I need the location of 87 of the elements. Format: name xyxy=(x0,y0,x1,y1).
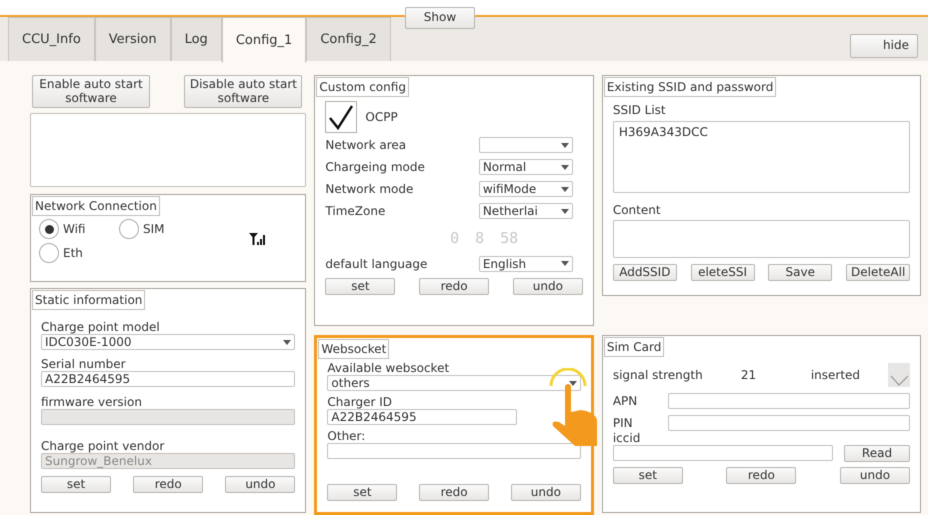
group-title: Existing SSID and password xyxy=(604,77,776,97)
text-area[interactable] xyxy=(612,220,910,258)
push-button[interactable]: set xyxy=(327,484,398,502)
list-box[interactable]: H369A343DCC xyxy=(612,121,910,193)
field-label: Network area xyxy=(325,138,406,152)
field-label: Charge point model xyxy=(41,320,161,334)
dropdown[interactable]: others xyxy=(327,375,581,391)
push-button[interactable]: AddSSID xyxy=(612,264,677,282)
field-label: iccid xyxy=(612,431,642,445)
radio-button[interactable] xyxy=(119,219,139,239)
dropdown[interactable] xyxy=(478,137,573,153)
dropdown[interactable]: Netherlai xyxy=(478,203,573,219)
group-title: Network Connection xyxy=(32,196,160,216)
input-field[interactable] xyxy=(612,445,833,461)
input-field[interactable] xyxy=(41,409,296,425)
field-label: Charge point vendor xyxy=(41,439,166,453)
push-button[interactable]: redo xyxy=(726,467,796,484)
input-field[interactable] xyxy=(668,415,910,431)
text-area[interactable] xyxy=(30,113,306,187)
dropdown[interactable]: English xyxy=(478,256,573,272)
tab[interactable]: Config_2 xyxy=(306,17,391,61)
field-label: APN xyxy=(612,394,638,408)
field-label: Content xyxy=(612,203,662,217)
group-title: Sim Card xyxy=(604,337,664,357)
push-button[interactable]: undo xyxy=(510,484,581,502)
tab[interactable]: Config_1 xyxy=(222,17,306,63)
caret-icon xyxy=(283,340,292,344)
radio-label: Wifi xyxy=(63,222,86,236)
checkbox[interactable] xyxy=(888,363,910,387)
checkbox[interactable] xyxy=(325,101,358,133)
push-button[interactable]: undo xyxy=(512,278,583,295)
push-button[interactable]: set xyxy=(612,467,683,484)
caret-icon xyxy=(560,261,569,266)
push-button[interactable]: Disable auto start software xyxy=(184,75,302,108)
push-button[interactable]: eleteSSI xyxy=(690,264,755,282)
hide-button[interactable]: hide xyxy=(850,34,918,58)
tab[interactable]: CCU_Info xyxy=(8,17,95,61)
tab[interactable]: Version xyxy=(94,17,171,61)
field-label: inserted xyxy=(810,368,860,382)
group-title: Static information xyxy=(32,290,146,310)
field-label: Available websocket xyxy=(327,361,450,375)
push-button[interactable]: redo xyxy=(133,476,204,494)
radio-button[interactable] xyxy=(39,219,59,239)
push-button[interactable]: undo xyxy=(840,467,910,484)
push-button[interactable]: DeleteAll xyxy=(846,264,910,282)
check-icon xyxy=(888,373,910,387)
input-field[interactable] xyxy=(668,393,910,409)
dropdown[interactable]: IDC030E-1000 xyxy=(41,334,296,350)
dropdown[interactable]: wifiMode xyxy=(478,181,573,197)
radio-label: SIM xyxy=(143,222,165,236)
field-label: Chargeing mode xyxy=(325,160,425,174)
caret-icon xyxy=(560,208,569,214)
caret-icon xyxy=(560,164,569,170)
checkbox-label: OCPP xyxy=(365,110,398,124)
push-button[interactable]: undo xyxy=(225,476,296,494)
signal-value: 21 xyxy=(740,368,758,382)
push-button[interactable]: redo xyxy=(419,484,490,502)
field-label: Other: xyxy=(327,429,366,443)
group-title: Custom config xyxy=(316,77,409,97)
field-label: PIN xyxy=(612,416,634,430)
caret-icon xyxy=(560,142,569,148)
field-label: signal strength xyxy=(612,368,704,382)
radio-button[interactable] xyxy=(39,243,59,263)
field-label: TimeZone xyxy=(325,204,386,218)
field-label: Serial number xyxy=(41,357,127,371)
radio-label: Eth xyxy=(63,246,83,260)
show-button[interactable]: Show xyxy=(405,7,475,29)
field-label: SSID List xyxy=(612,103,667,117)
dropdown[interactable]: Normal xyxy=(478,159,573,175)
field-label: default language xyxy=(325,256,428,270)
tab[interactable]: Log xyxy=(170,17,222,61)
push-button[interactable]: Enable auto start software xyxy=(32,75,150,108)
input-field[interactable] xyxy=(327,443,581,459)
input-field[interactable]: A22B2464595 xyxy=(327,409,518,425)
push-button[interactable]: set xyxy=(41,476,111,494)
push-button[interactable]: set xyxy=(325,278,396,295)
field-label: firmware version xyxy=(41,395,143,409)
read-button[interactable]: Read xyxy=(844,445,910,462)
list-item[interactable]: H369A343DCC xyxy=(618,125,904,139)
push-button[interactable]: redo xyxy=(419,278,490,295)
field-label: Charger ID xyxy=(327,395,394,409)
push-button[interactable]: Save xyxy=(768,264,832,282)
caret-icon xyxy=(560,186,569,192)
signal-icon xyxy=(249,233,265,245)
input-field[interactable]: A22B2464595 xyxy=(41,371,296,387)
field-label: Network mode xyxy=(325,182,414,196)
group-title: Websocket xyxy=(318,339,390,359)
